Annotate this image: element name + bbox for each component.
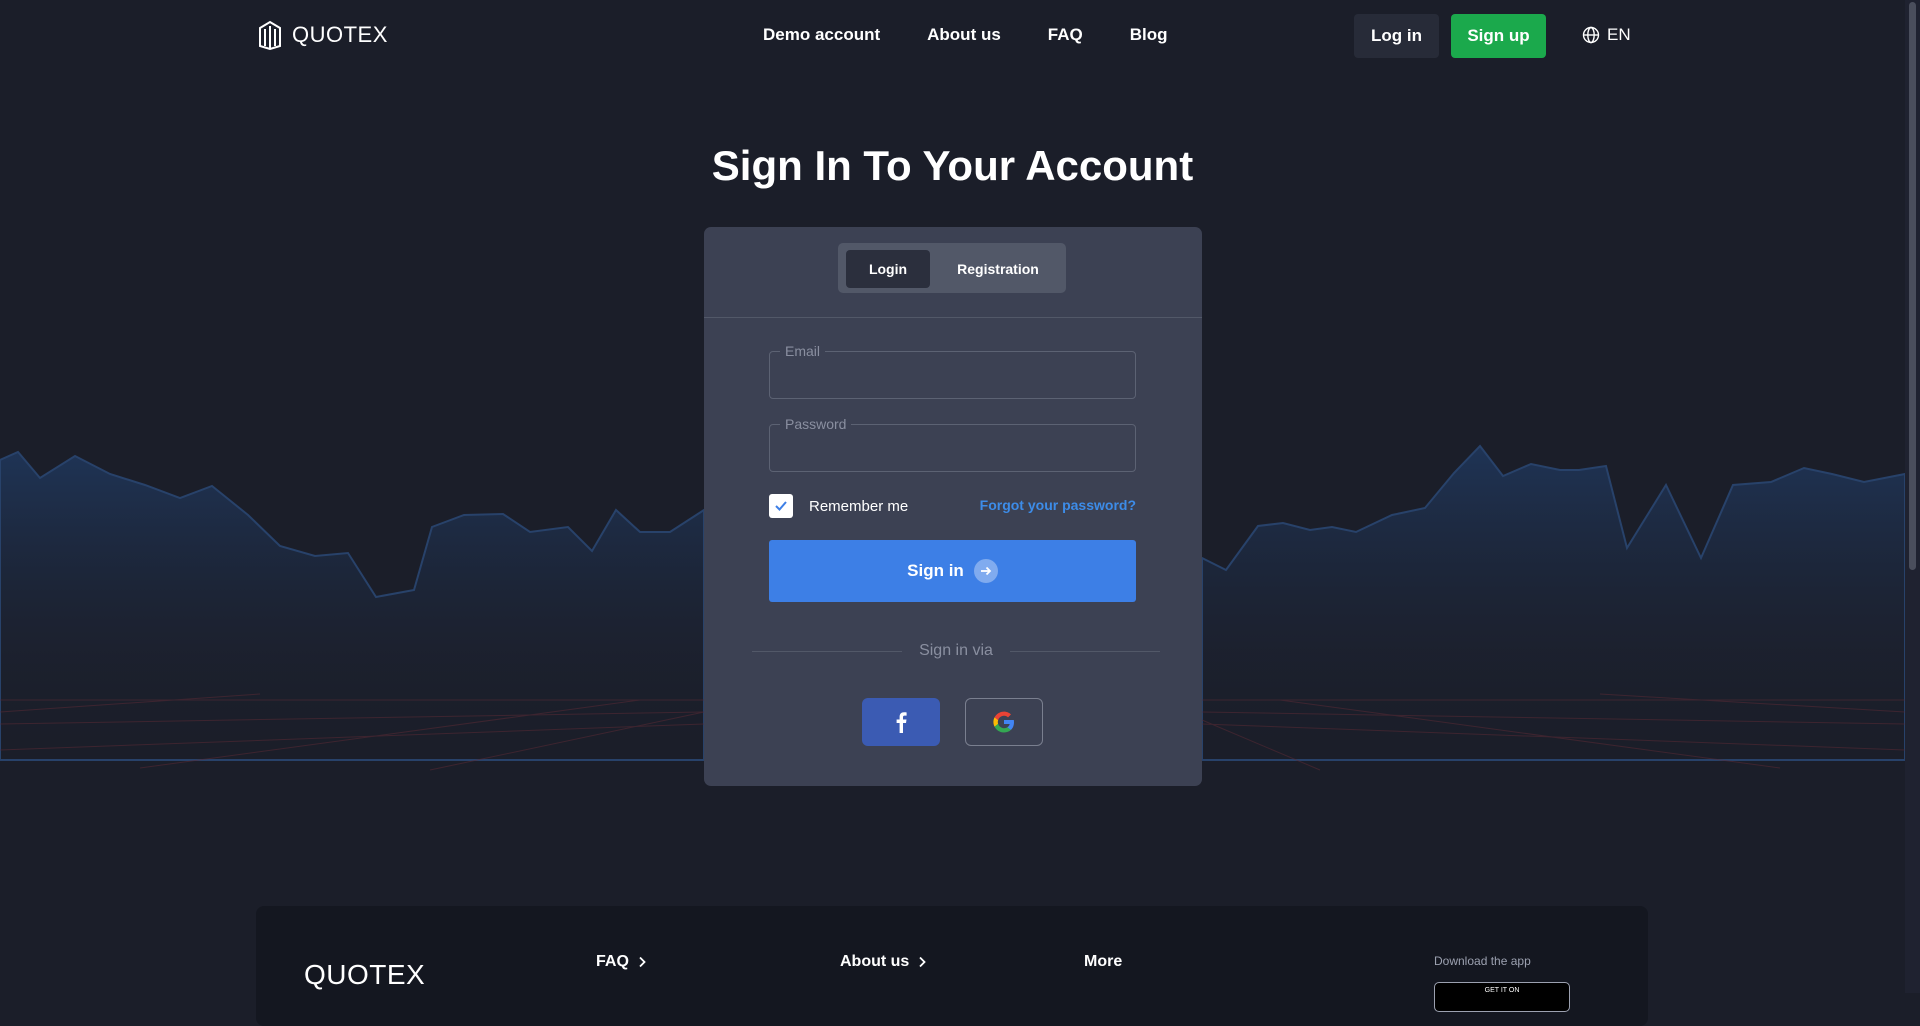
download-app-label: Download the app [1434,954,1531,968]
chevron-right-icon [639,956,646,968]
sign-in-label: Sign in [907,561,964,580]
footer-link-more[interactable]: More [1084,953,1122,971]
sign-in-via-divider: Sign in via [752,641,1160,661]
divider-line-right [1010,651,1160,652]
header-signup-button[interactable]: Sign up [1451,14,1546,58]
page-title: Sign In To Your Account [711,142,1194,189]
facebook-login-button[interactable] [862,698,940,746]
page-scrollbar[interactable] [1905,0,1920,993]
header-login-button[interactable]: Log in [1354,14,1439,58]
footer: QUOTEX FAQ About us More Download the ap… [256,906,1648,1026]
footer-link-more-label: More [1084,953,1123,970]
nav-about-us[interactable]: About us [927,24,1001,46]
nav-demo-account[interactable]: Demo account [763,24,880,46]
footer-link-faq-label: FAQ [596,953,629,970]
password-input[interactable] [770,425,1135,471]
remember-me-checkbox[interactable] [769,494,793,518]
chevron-right-icon [919,956,927,968]
main-nav: Demo account About us FAQ Blog [763,24,1215,46]
quotex-logo[interactable]: QUOTEX [256,19,388,51]
tab-login[interactable]: Login [846,250,930,288]
globe-icon [1582,26,1600,44]
sign-in-button[interactable]: Sign in [769,540,1136,602]
signin-card: Login Registration Email Password Rememb… [704,227,1202,786]
quotex-logo-icon [259,20,281,50]
password-field[interactable]: Password [769,416,1136,472]
footer-link-about-label: About us [840,953,910,970]
email-field[interactable]: Email [769,343,1136,399]
facebook-icon [896,712,907,733]
language-label: EN [1607,25,1631,44]
google-play-badge[interactable]: GET IT ON [1434,982,1570,1012]
logo-text: QUOTEX [292,22,388,47]
arrow-right-icon [973,559,998,583]
card-divider [704,317,1202,318]
email-input[interactable] [770,352,1135,398]
remember-me-label[interactable]: Remember me [809,498,908,515]
nav-faq[interactable]: FAQ [1048,24,1083,46]
google-icon [993,711,1014,733]
store-badge-text: GET IT ON [1484,987,1520,994]
language-selector[interactable]: EN [1582,25,1631,45]
remember-me: Remember me [769,494,908,518]
check-icon [775,501,787,511]
tab-registration[interactable]: Registration [940,250,1056,288]
auth-tabs: Login Registration [838,243,1066,293]
footer-link-faq[interactable]: FAQ [596,953,647,971]
nav-blog[interactable]: Blog [1130,24,1168,46]
google-login-button[interactable] [965,698,1043,746]
footer-link-about-us[interactable]: About us [840,953,927,971]
forgot-password-link[interactable]: Forgot your password? [980,497,1136,513]
top-header: QUOTEX Demo account About us FAQ Blog Lo… [0,0,1905,70]
scrollbar-thumb[interactable] [1909,2,1916,570]
footer-logo[interactable]: QUOTEX [304,959,425,991]
